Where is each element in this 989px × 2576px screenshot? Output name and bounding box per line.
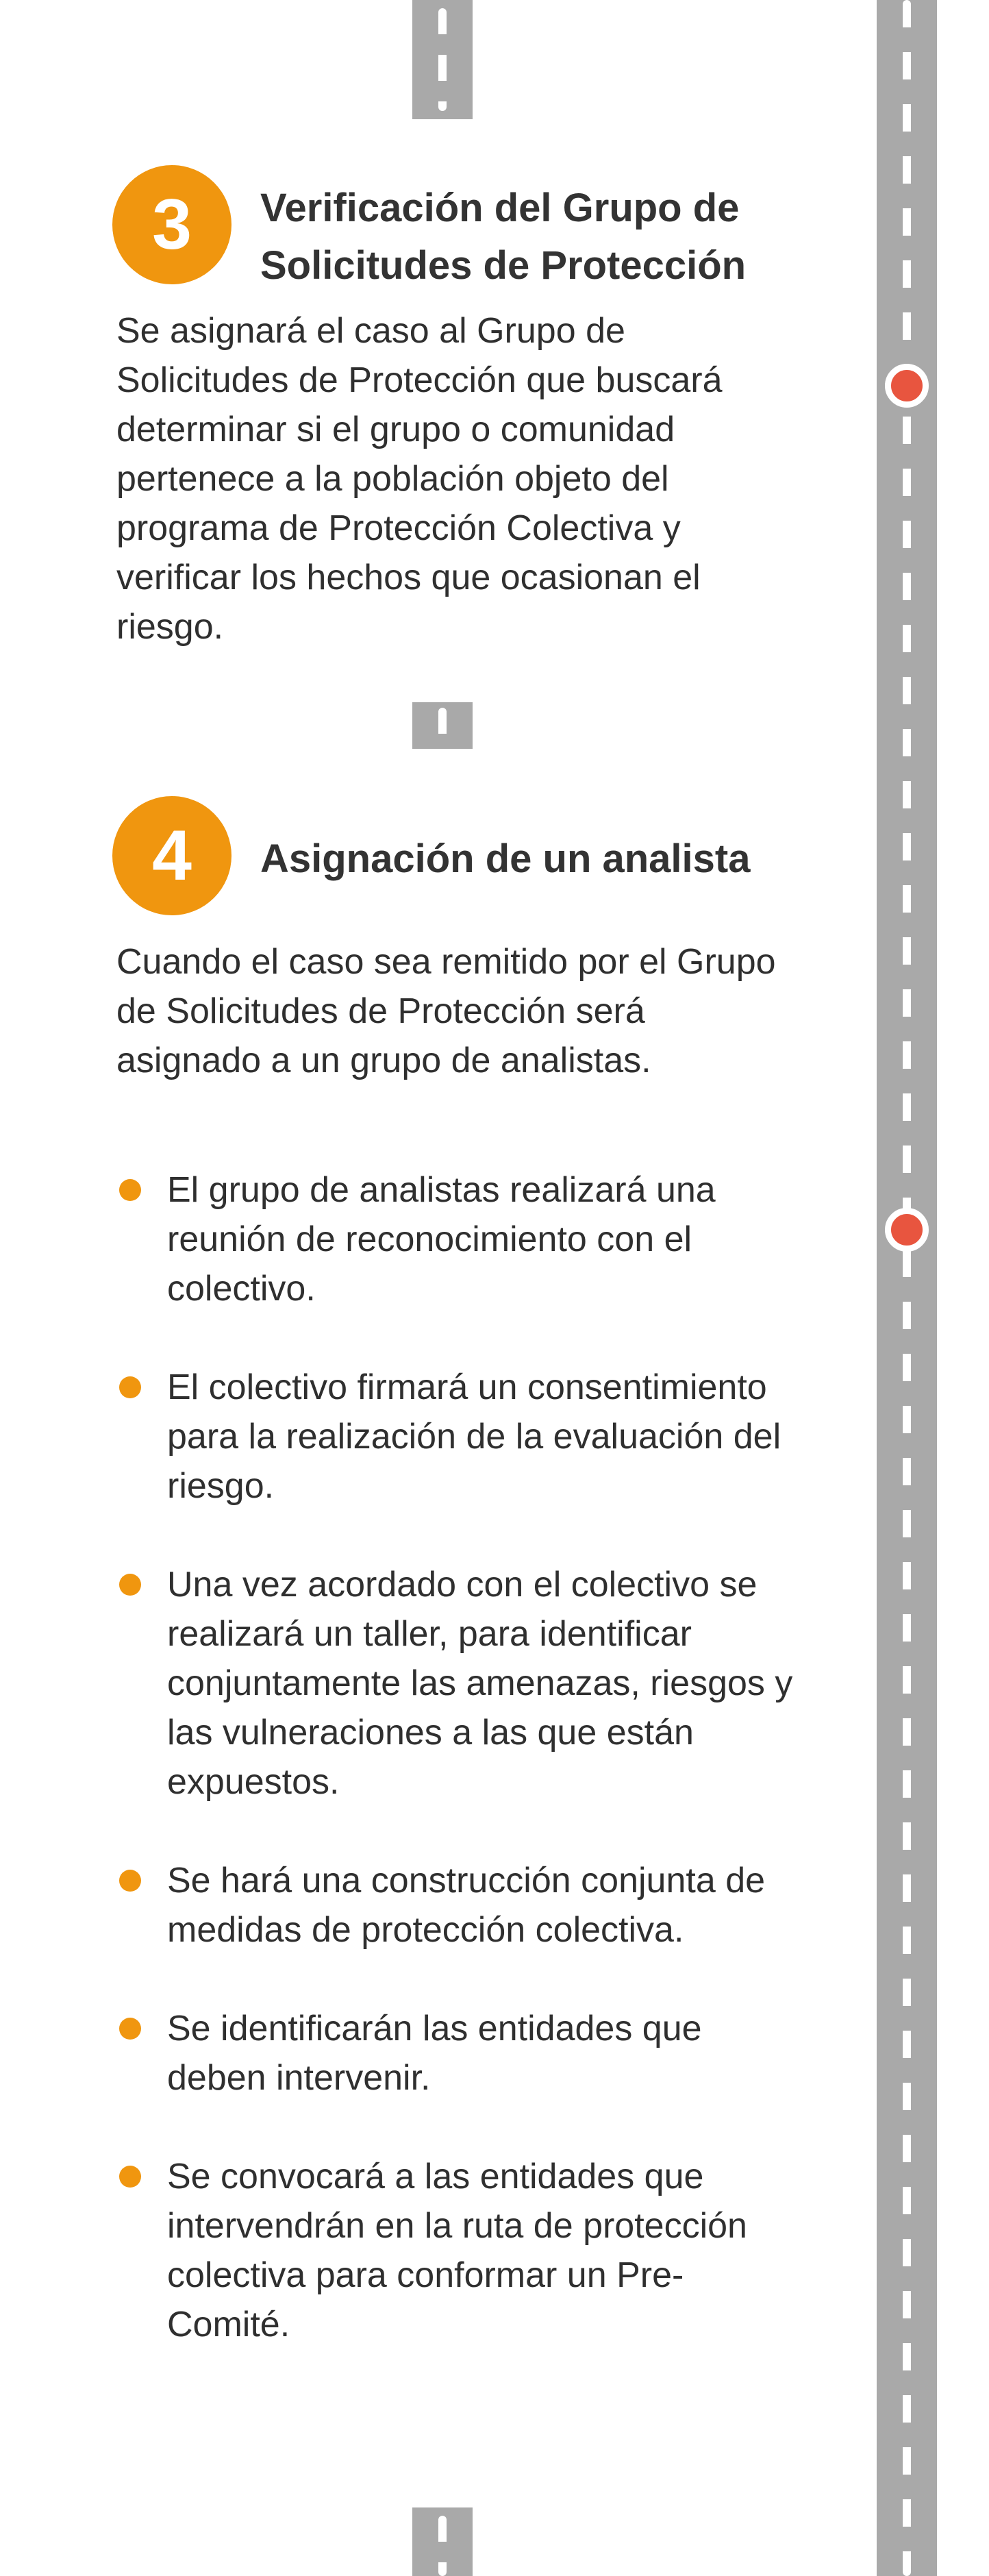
step-4-number-badge: 4 bbox=[112, 796, 231, 915]
step-3-description: Se asignará el caso al Grupo de Solicitu… bbox=[116, 311, 723, 647]
road-connector-top bbox=[412, 0, 473, 119]
bullet-item: Se convocará a las entidades que interve… bbox=[116, 2152, 794, 2349]
road-connector-middle bbox=[412, 702, 473, 749]
timeline-marker-step-3 bbox=[885, 364, 929, 408]
step-4-title: Asignación de un analista bbox=[260, 837, 751, 881]
bullet-item: Se hará una construcción conjunta de med… bbox=[116, 1856, 794, 1955]
bullet-item: Una vez acordado con el colectivo se rea… bbox=[116, 1560, 794, 1807]
step-3-title: Verificación del Grupo de Solicitudes de… bbox=[260, 186, 747, 288]
step-4-description: Cuando el caso sea remitido por el Grupo… bbox=[116, 942, 776, 1080]
timeline-marker-step-4 bbox=[885, 1208, 929, 1252]
road-connector-bottom bbox=[412, 2507, 473, 2576]
step-4-bullet-list: El grupo de analistas realizará una reun… bbox=[116, 1165, 794, 2349]
bullet-item: El grupo de analistas realizará una reun… bbox=[116, 1165, 794, 1313]
bullet-item: Se identificarán las entidades que deben… bbox=[116, 2004, 794, 2103]
step-3-number-badge: 3 bbox=[112, 165, 231, 284]
bullet-item: El colectivo firmará un consentimiento p… bbox=[116, 1363, 794, 1511]
